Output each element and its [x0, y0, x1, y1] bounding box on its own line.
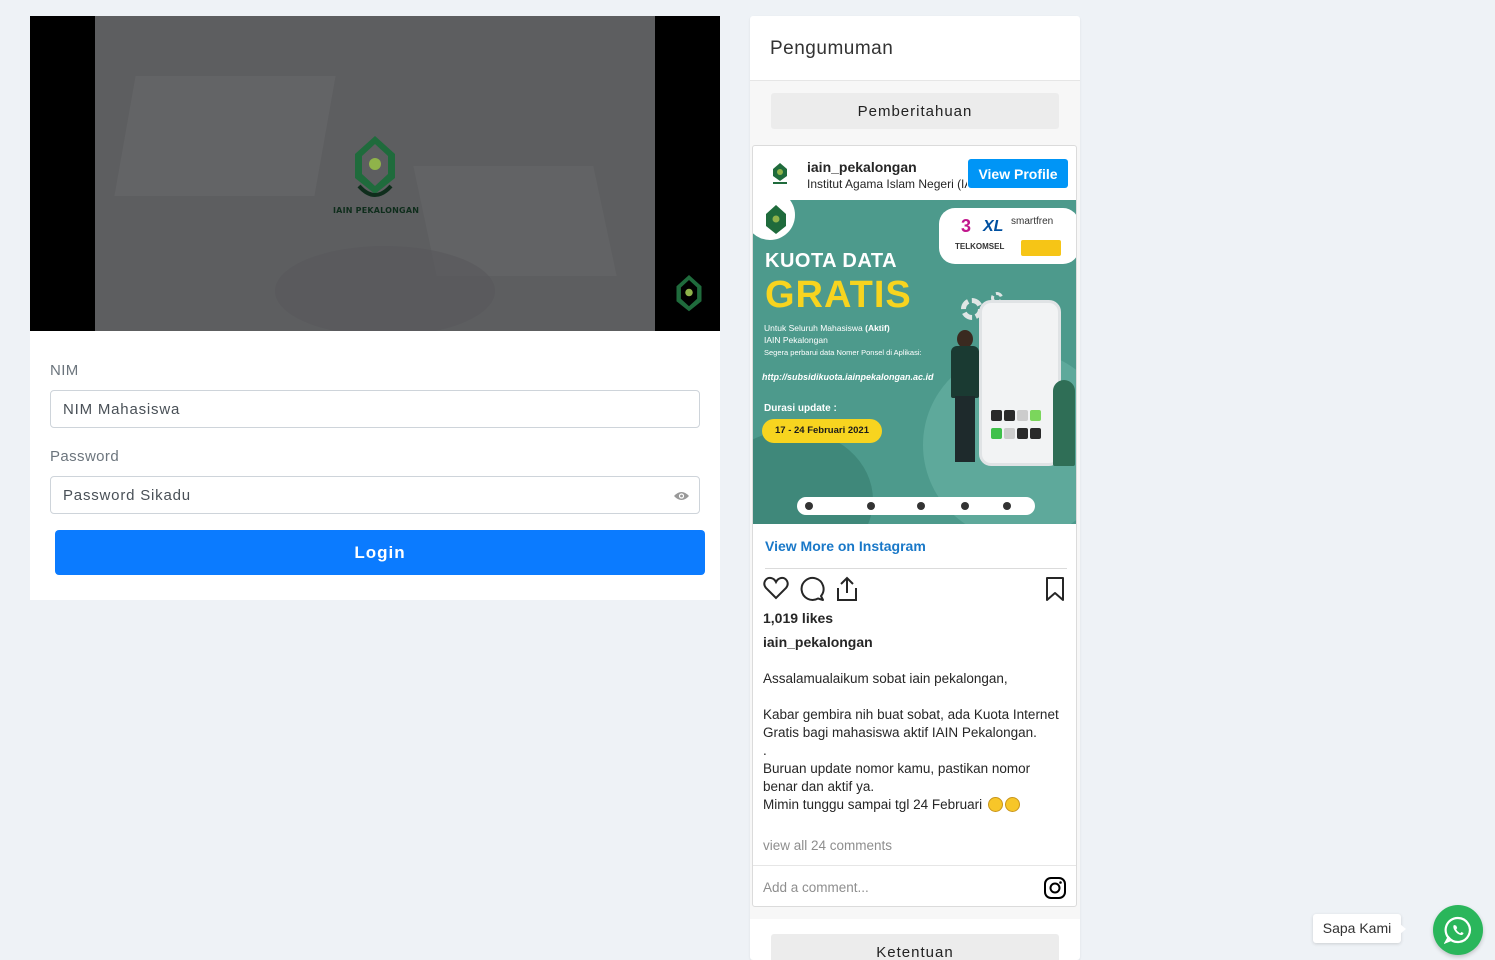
carrier-smartfren: smartfren	[1011, 216, 1054, 227]
person-illustration	[947, 330, 981, 466]
post-duration-label: Durasi update :	[764, 403, 837, 414]
whatsapp-label[interactable]: Sapa Kami	[1313, 914, 1406, 943]
post-headline-big: GRATIS	[765, 274, 912, 316]
announcement-body: Pemberitahuan iain_pekalongan Institut A…	[750, 81, 1080, 960]
carrier-logos: 3 XL smartfren TELKOMSEL	[939, 208, 1076, 264]
phone-illustration	[979, 300, 1061, 466]
carrier-3: 3	[961, 216, 972, 236]
intro-video[interactable]: IAIN PEKALONGAN	[30, 16, 720, 331]
plant-illustration	[1053, 380, 1075, 466]
notice-toggle-button[interactable]: Pemberitahuan	[771, 93, 1059, 129]
announcement-panel: Pengumuman Pemberitahuan iain_pekalongan…	[750, 16, 1080, 960]
post-text-instruction: Segera perbarui data Nomer Ponsel di Apl…	[764, 348, 922, 357]
password-input[interactable]	[50, 476, 700, 514]
nim-input[interactable]	[50, 390, 700, 428]
view-comments-link[interactable]: view all 24 comments	[763, 838, 892, 853]
post-social-footer	[797, 497, 1035, 515]
view-more-instagram-link[interactable]: View More on Instagram	[765, 538, 926, 554]
iain-logo-icon	[355, 136, 395, 197]
share-icon[interactable]	[835, 576, 859, 607]
video-frame: IAIN PEKALONGAN	[95, 16, 655, 331]
password-label: Password	[50, 448, 120, 465]
post-logo-icon	[753, 200, 795, 240]
iain-avatar-icon	[773, 163, 787, 184]
post-text-audience: Untuk Seluruh Mahasiswa (Aktif) IAIN Peka…	[764, 323, 890, 345]
ig-username[interactable]: iain_pekalongan	[807, 159, 917, 175]
indosat-icon	[1021, 240, 1061, 256]
iain-logo: IAIN PEKALONGAN	[333, 134, 420, 215]
carrier-telkomsel: TELKOMSEL	[955, 242, 1005, 251]
channel-watermark-icon	[674, 273, 704, 321]
post-caption: Assalamualaikum sobat iain pekalongan, K…	[763, 671, 1059, 812]
login-button[interactable]: Login	[55, 530, 705, 575]
caption-username[interactable]: iain_pekalongan	[763, 634, 873, 650]
post-duration-date: 17 - 24 Februari 2021	[762, 419, 882, 443]
instagram-embed: iain_pekalongan Institut Agama Islam Neg…	[752, 145, 1077, 907]
announcement-title: Pengumuman	[770, 38, 894, 59]
eye-icon[interactable]	[673, 487, 690, 506]
divider	[765, 568, 1067, 569]
likes-count: 1,019 likes	[763, 610, 834, 626]
ig-fullname: Institut Agama Islam Negeri (IAIN) Pekal…	[807, 177, 967, 191]
password-wrapper	[30, 476, 720, 514]
view-profile-button[interactable]: View Profile	[968, 159, 1068, 188]
ig-post-image[interactable]: 3 XL smartfren TELKOMSEL KUOTA DATA GRAT…	[753, 200, 1076, 524]
heart-icon[interactable]	[763, 576, 789, 605]
nim-label: NIM	[50, 362, 79, 379]
divider	[753, 865, 1076, 866]
carrier-xl: XL	[983, 218, 1004, 235]
comment-icon[interactable]	[799, 576, 825, 607]
grin-emoji-icon	[987, 797, 1003, 812]
profile-avatar[interactable]	[767, 160, 793, 186]
post-url: http://subsidikuota.iainpekalongan.ac.id	[762, 372, 934, 382]
whatsapp-button[interactable]	[1433, 905, 1483, 955]
bookmark-icon[interactable]	[1045, 576, 1065, 607]
instagram-icon[interactable]	[1044, 877, 1066, 904]
post-headline: KUOTA DATA	[765, 250, 898, 272]
smile-emoji-icon	[1004, 797, 1020, 812]
login-form: NIM Password Login	[30, 331, 720, 600]
whatsapp-icon	[1444, 916, 1471, 944]
add-comment-field[interactable]: Add a comment...	[763, 880, 869, 895]
logo-caption: IAIN PEKALONGAN	[333, 206, 420, 215]
terms-toggle-button[interactable]: Ketentuan	[771, 934, 1059, 960]
